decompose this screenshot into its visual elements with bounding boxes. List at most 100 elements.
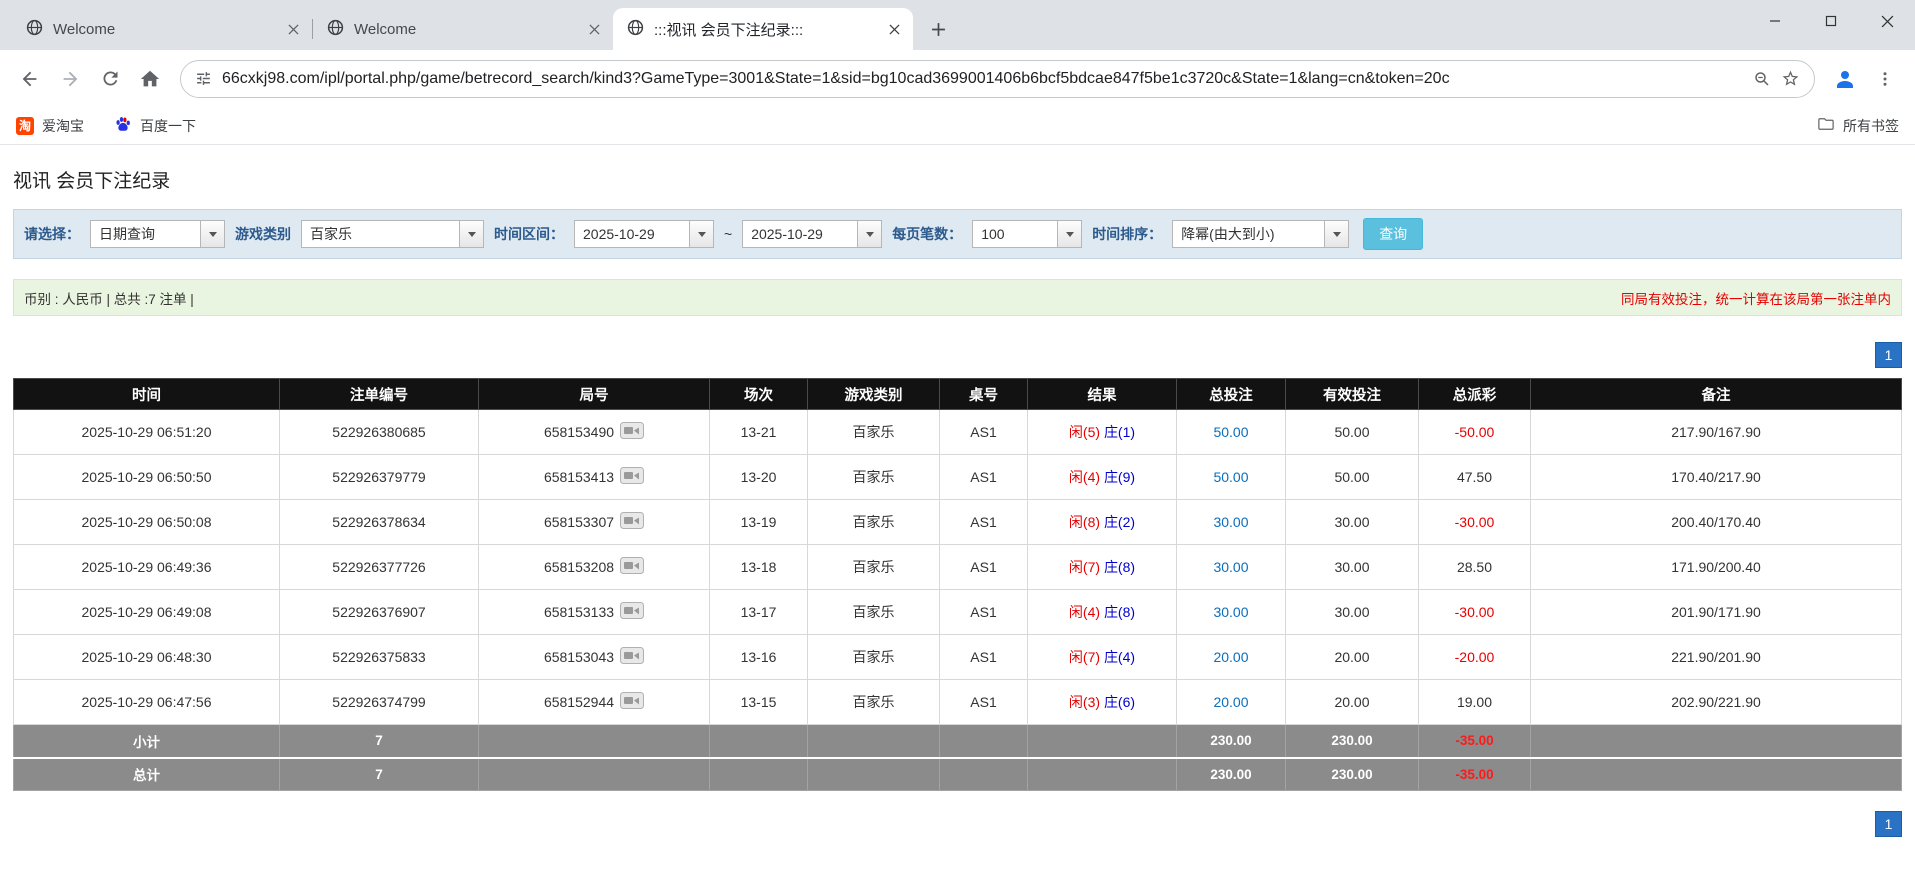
bookmark-baidu[interactable]: 百度一下 [114,115,196,136]
query-type-value: 日期查询 [99,226,155,242]
round-video-icon[interactable] [620,602,645,622]
cell-table-no: AS1 [939,544,1028,590]
date-to-input[interactable]: 2025-10-29 [742,220,883,248]
chevron-down-icon[interactable] [857,221,882,247]
cell-total-bet[interactable]: 50.00 [1176,454,1286,500]
pagination-page-1[interactable]: 1 [1875,811,1902,837]
url-text[interactable]: 66cxkj98.com/ipl/portal.php/game/betreco… [222,70,1743,88]
cell-session: 13-19 [709,499,808,545]
cell-result: 闲(4) 庄(8) [1027,589,1177,635]
back-button[interactable] [10,59,50,99]
cell-bet-id: 522926377726 [279,544,479,590]
cell-total-bet[interactable]: 30.00 [1176,544,1286,590]
round-video-icon[interactable] [620,557,645,577]
pagination-page-1[interactable]: 1 [1875,342,1902,368]
currency-summary: 币别 : 人民币 | 总共 :7 注单 | [24,291,194,307]
close-icon[interactable] [583,18,605,40]
cell-payout: 28.50 [1418,544,1531,590]
chevron-down-icon[interactable] [200,221,224,247]
cell-result: 闲(8) 庄(2) [1027,499,1177,545]
chevron-down-icon[interactable] [1324,221,1349,247]
tab-bet-records-active[interactable]: :::视讯 会员下注纪录::: [613,8,913,50]
bookmark-star-icon[interactable] [1781,69,1800,88]
cell-total-bet[interactable]: 30.00 [1176,589,1286,635]
cell-note: 202.90/221.90 [1530,679,1902,725]
cell-payout: 19.00 [1418,679,1531,725]
round-video-icon[interactable] [620,512,645,532]
chevron-down-icon[interactable] [459,221,483,247]
cell-total-bet[interactable]: 50.00 [1176,409,1286,455]
column-header: 总投注 [1176,378,1286,410]
bookmark-taobao[interactable]: 淘 爱淘宝 [16,116,84,136]
bookmark-label: 百度一下 [140,117,196,134]
cell-note: 200.40/170.40 [1530,499,1902,545]
cell-table-no: AS1 [939,499,1028,545]
all-bookmarks[interactable]: 所有书签 [1817,115,1899,136]
address-bar[interactable]: 66cxkj98.com/ipl/portal.php/game/betreco… [180,59,1815,98]
sort-select[interactable]: 降幂(由大到小) [1172,220,1350,248]
cell-round: 658152944 [478,679,710,725]
tab-welcome-1[interactable]: Welcome [12,8,312,50]
total-total-bet: 230.00 [1176,756,1286,791]
table-row: 2025-10-29 06:50:08 522926378634 6581533… [13,499,1902,545]
cell-bet-id: 522926380685 [279,409,479,455]
cell-note: 171.90/200.40 [1530,544,1902,590]
per-page-select[interactable]: 100 [972,220,1083,248]
table-body: 2025-10-29 06:51:20 522926380685 6581534… [13,409,1902,725]
cell-payout: -50.00 [1418,409,1531,455]
empty-cell [1027,724,1177,758]
maximize-button[interactable] [1803,0,1859,42]
select-label: 请选择： [24,226,80,242]
forward-button[interactable] [50,59,90,99]
round-video-icon[interactable] [620,692,645,712]
cell-table-no: AS1 [939,634,1028,680]
round-video-icon[interactable] [620,422,645,442]
menu-icon[interactable] [1865,59,1905,99]
date-from-value: 2025-10-29 [583,226,655,242]
bookmark-label: 爱淘宝 [42,117,84,134]
new-tab-button[interactable] [923,14,953,44]
date-to-value: 2025-10-29 [751,226,823,242]
cell-payout: 47.50 [1418,454,1531,500]
column-header: 总派彩 [1418,378,1531,410]
cell-table-no: AS1 [939,589,1028,635]
game-type-select[interactable]: 百家乐 [301,220,484,248]
cell-total-bet[interactable]: 20.00 [1176,634,1286,680]
chevron-down-icon[interactable] [1057,221,1082,247]
cell-bet-id: 522926379779 [279,454,479,500]
total-count: 7 [279,756,479,791]
close-icon[interactable] [282,18,304,40]
cell-total-bet[interactable]: 30.00 [1176,499,1286,545]
empty-cell [709,756,808,791]
cell-time: 2025-10-29 06:48:30 [13,634,280,680]
tab-welcome-2[interactable]: Welcome [313,8,613,50]
round-video-icon[interactable] [620,647,645,667]
round-video-icon[interactable] [620,467,645,487]
cell-session: 13-21 [709,409,808,455]
minimize-button[interactable] [1747,0,1803,42]
search-button[interactable]: 查询 [1363,218,1424,250]
date-from-input[interactable]: 2025-10-29 [574,220,714,248]
cell-total-bet[interactable]: 20.00 [1176,679,1286,725]
cell-result: 闲(3) 庄(6) [1027,679,1177,725]
query-type-select[interactable]: 日期查询 [90,220,225,248]
column-header: 结果 [1027,378,1177,410]
refresh-button[interactable] [90,59,130,99]
site-info-icon[interactable] [195,70,212,87]
home-button[interactable] [130,59,170,99]
window-controls [1747,0,1915,42]
column-header: 注单编号 [279,378,479,410]
chevron-down-icon[interactable] [689,221,713,247]
cell-valid-bet: 30.00 [1285,499,1419,545]
page-title: 视讯 会员下注纪录 [13,171,171,192]
taobao-icon: 淘 [16,116,34,135]
close-icon[interactable] [883,18,905,40]
close-window-button[interactable] [1859,0,1915,42]
sort-value: 降幂(由大到小) [1181,226,1275,242]
profile-avatar[interactable] [1825,59,1865,99]
empty-cell [939,756,1028,791]
cell-session: 13-17 [709,589,808,635]
total-payout: -35.00 [1418,756,1531,791]
cell-bet-id: 522926378634 [279,499,479,545]
zoom-icon[interactable] [1753,70,1771,88]
